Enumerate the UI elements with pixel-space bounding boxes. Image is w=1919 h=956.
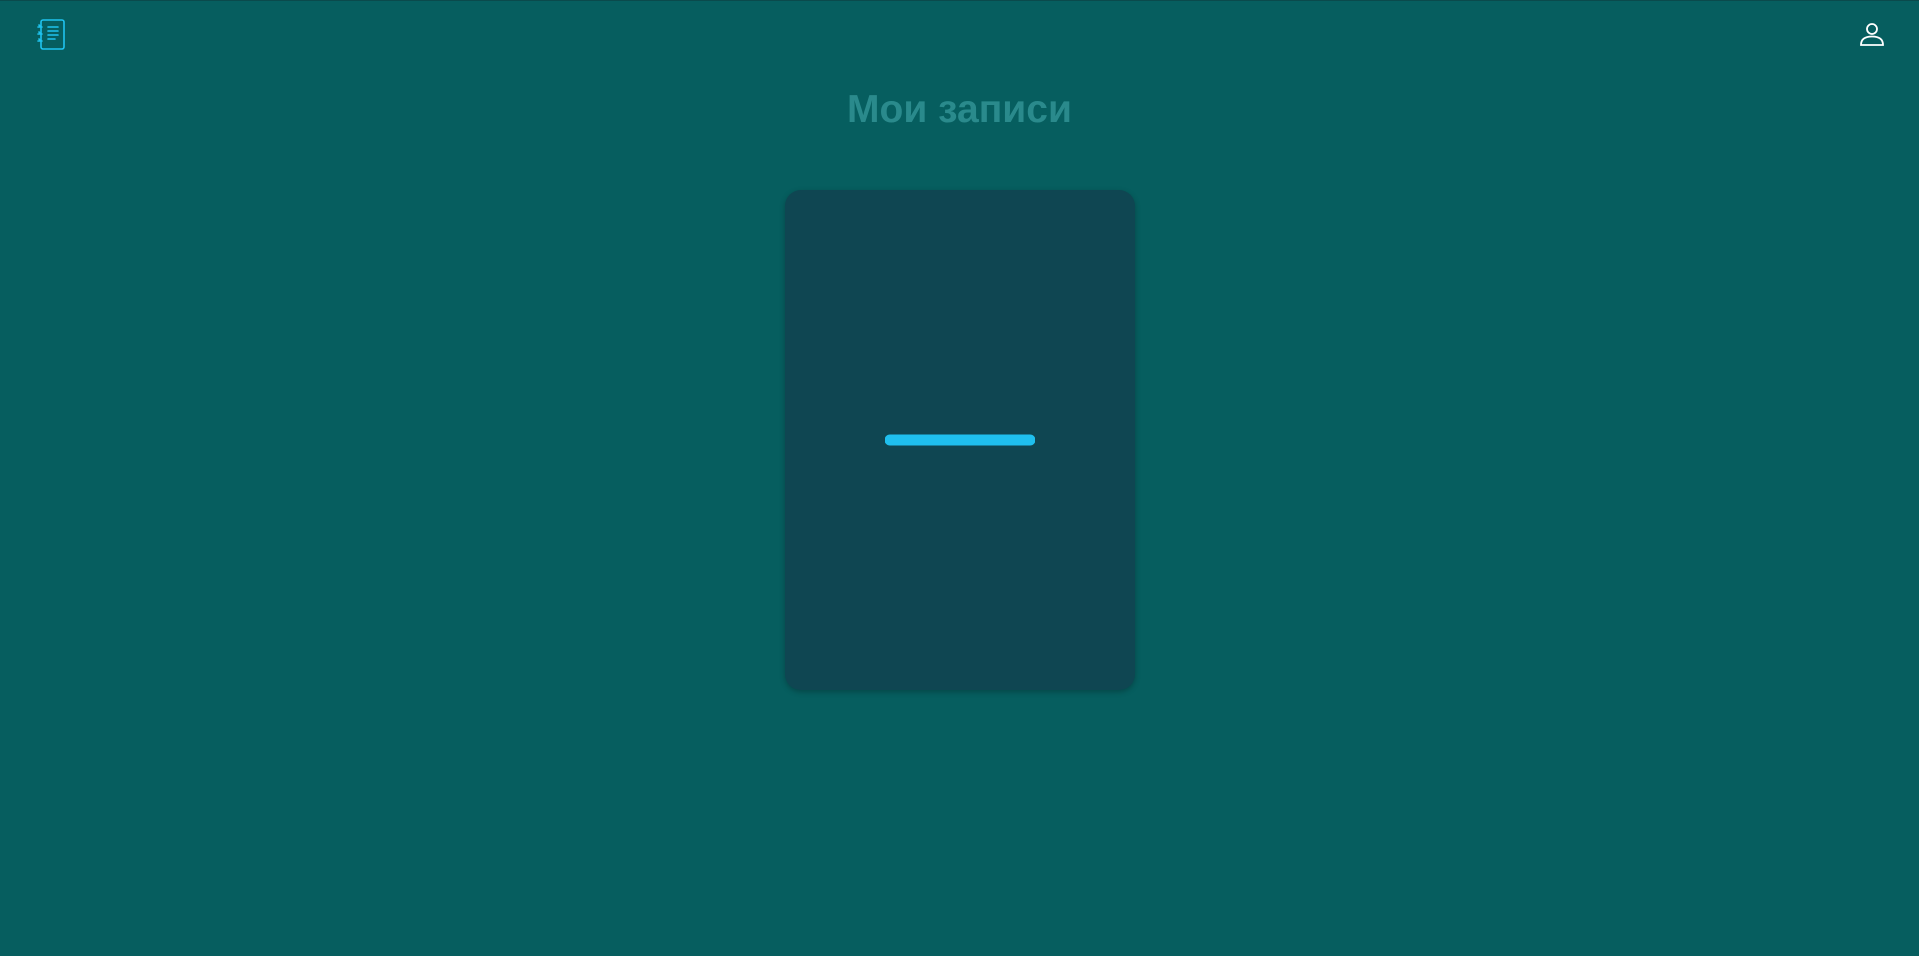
notebook-logo-icon[interactable]	[36, 18, 68, 52]
user-profile-icon[interactable]	[1858, 20, 1886, 48]
plus-icon	[885, 365, 1035, 515]
page-title: Мои записи	[847, 88, 1072, 131]
top-border	[0, 0, 1919, 1]
add-note-card[interactable]	[785, 190, 1135, 690]
